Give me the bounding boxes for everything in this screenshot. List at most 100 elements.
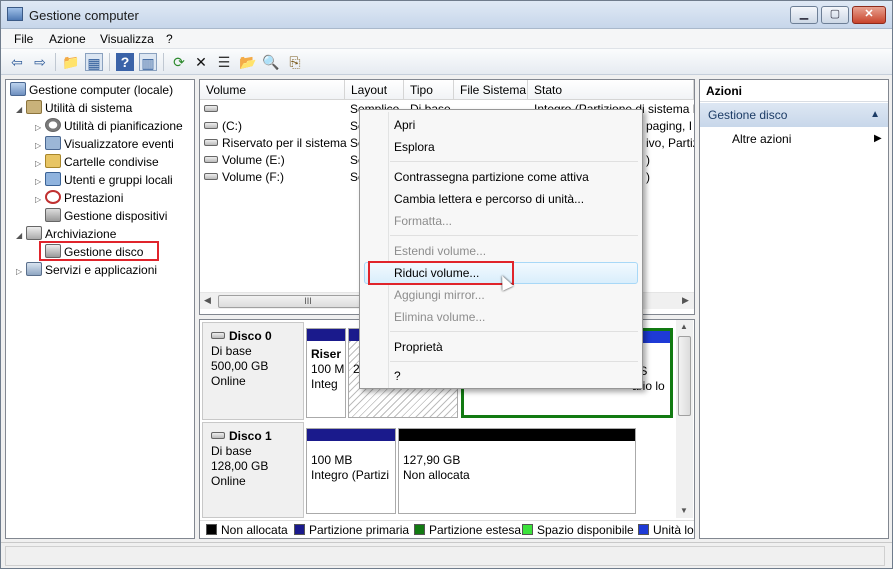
search-icon[interactable]: 🔍 (262, 53, 280, 71)
tree-item-device-manager[interactable]: Gestione dispositivi (45, 207, 167, 225)
help-icon[interactable]: ? (116, 53, 134, 71)
menu-azione[interactable]: Azione (49, 32, 86, 46)
column-header-stato[interactable]: Stato (528, 80, 694, 100)
menu-separator (390, 161, 638, 162)
actions-title: Azioni (700, 80, 888, 102)
tree-label: Utenti e gruppi locali (64, 173, 173, 187)
scrollbar-thumb[interactable] (678, 336, 691, 416)
collapsed-arrow-icon[interactable]: ▷ (16, 263, 26, 281)
menu-gutter (388, 112, 389, 388)
collapse-arrow-icon[interactable]: ▲ (870, 103, 880, 127)
menu-item-change-letter[interactable]: Cambia lettera e percorso di unità... (394, 188, 584, 210)
tree-item-services[interactable]: ▷ Servizi e applicazioni (16, 261, 157, 279)
drive-icon (204, 173, 218, 180)
expanded-arrow-icon[interactable]: ◢ (16, 101, 26, 119)
menu-item-properties[interactable]: Proprietà (394, 336, 443, 358)
menu-bar: File Azione Visualizza ? (1, 29, 892, 49)
toolbar-separator (109, 53, 110, 71)
back-arrow-icon[interactable]: ⇦ (8, 53, 26, 71)
partition-status: Integro (Partizi (311, 468, 390, 482)
toolbar-separator (163, 53, 164, 71)
partition-block[interactable]: 100 MB Integro (Partizi (306, 428, 396, 514)
menu-item-explore[interactable]: Esplora (394, 136, 435, 158)
legend-label: Unità lo (653, 523, 694, 537)
primary-partition-bar (307, 429, 395, 441)
tree-item-performance[interactable]: ▷ Prestazioni (35, 189, 123, 207)
menu-separator (390, 235, 638, 236)
menu-item-mark-active[interactable]: Contrassegna partizione come attiva (394, 166, 589, 188)
up-folder-icon[interactable]: 📁 (62, 53, 80, 71)
storage-icon (26, 226, 42, 240)
column-header-layout[interactable]: Layout (345, 80, 404, 100)
forward-arrow-icon[interactable]: ⇨ (31, 53, 49, 71)
cell-volume: Volume (E:) (222, 153, 285, 167)
legend-label: Partizione primaria (309, 523, 410, 537)
disk-icon (211, 432, 225, 439)
menu-item-help[interactable]: ? (394, 365, 401, 387)
legend-swatch (414, 524, 425, 535)
tree-label: Utilità di pianificazione (64, 119, 183, 133)
menu-item-open[interactable]: Apri (394, 114, 415, 136)
toolbar: ⇦ ⇨ 📁 ▦ ? ▥ ⟳ ✕ ☰ 📂 🔍 ⎘ (1, 49, 892, 75)
cell-stato: paging, I (646, 119, 693, 133)
window-title: Gestione computer (29, 8, 139, 23)
show-hide-tree-icon[interactable]: ▦ (85, 53, 103, 71)
volume-list-header: Volume Layout Tipo File Sistema Stato (200, 80, 694, 100)
scroll-left-arrow-icon[interactable]: ◀ (204, 295, 211, 306)
services-icon (26, 262, 42, 276)
column-header-tipo[interactable]: Tipo (404, 80, 454, 100)
scroll-up-arrow-icon[interactable]: ▲ (680, 322, 688, 331)
tree-item-task-scheduler[interactable]: ▷ Utilità di pianificazione (35, 117, 183, 135)
partition-size: 100 M (311, 362, 345, 376)
menu-visualizza[interactable]: Visualizza (100, 32, 154, 46)
tree-label: Prestazioni (64, 191, 124, 205)
tree-item-system-tools[interactable]: ◢ Utilità di sistema (16, 99, 132, 117)
disk-0-label[interactable]: Disco 0 Di base 500,00 GB Online (202, 322, 304, 420)
maximize-button[interactable]: ▢ (821, 6, 849, 24)
refresh-icon[interactable]: ⟳ (170, 53, 188, 71)
scroll-right-arrow-icon[interactable]: ▶ (682, 295, 689, 306)
partition-status: Non allocata (403, 468, 470, 482)
tree-item-event-viewer[interactable]: ▷ Visualizzatore eventi (35, 135, 174, 153)
open-icon[interactable]: 📂 (239, 53, 257, 71)
cell-volume: Riservato per il sistema (222, 136, 347, 150)
cell-stato: ) (646, 170, 650, 184)
menu-file[interactable]: File (14, 32, 33, 46)
expanded-arrow-icon[interactable]: ◢ (16, 227, 26, 245)
device-manager-icon (45, 208, 61, 222)
disk-name: Disco 0 (229, 329, 272, 343)
menu-item-format: Formatta... (394, 214, 453, 228)
tree-item-shared-folders[interactable]: ▷ Cartelle condivise (35, 153, 159, 171)
export-icon[interactable]: ⎘ (286, 53, 304, 71)
partition-size: 100 MB (311, 453, 353, 467)
drive-icon (204, 156, 218, 163)
properties-icon[interactable]: ☰ (215, 53, 233, 71)
primary-partition-bar (307, 329, 345, 341)
legend-swatch (522, 524, 533, 535)
actions-section-disk-management[interactable]: Gestione disco ▲ (700, 103, 888, 127)
disk-type: Di base (211, 444, 252, 458)
cell-volume: (C:) (222, 119, 242, 133)
partition-block[interactable]: Riser 100 M Integ (306, 328, 346, 418)
more-actions-item[interactable]: Altre azioni (732, 130, 791, 148)
column-header-file-system[interactable]: File Sistema (454, 80, 528, 100)
close-button[interactable]: ✕ (852, 6, 886, 24)
disk-size: 500,00 GB (211, 359, 269, 373)
minimize-button[interactable]: ▁ (790, 6, 818, 24)
shared-folder-icon (45, 154, 61, 168)
status-bar-panel (5, 546, 885, 566)
delete-icon[interactable]: ✕ (192, 53, 210, 71)
menu-separator (390, 361, 638, 362)
column-header-volume[interactable]: Volume (200, 80, 345, 100)
tree-item-local-users[interactable]: ▷ Utenti e gruppi locali (35, 171, 173, 189)
title-bar[interactable]: Gestione computer ▁ ▢ ✕ (1, 1, 892, 29)
scroll-down-arrow-icon[interactable]: ▼ (680, 506, 688, 515)
tree-item-root[interactable]: Gestione computer (locale) (10, 81, 173, 99)
action-pane-icon[interactable]: ▥ (139, 53, 157, 71)
vertical-scrollbar[interactable]: ▲ ▼ (676, 320, 693, 518)
collapsed-arrow-icon[interactable]: ▷ (35, 191, 45, 209)
disk-1-label[interactable]: Disco 1 Di base 128,00 GB Online (202, 422, 304, 518)
menu-help[interactable]: ? (166, 32, 173, 46)
unallocated-block[interactable]: 127,90 GB Non allocata (398, 428, 636, 514)
tree-label: Gestione dispositivi (64, 209, 168, 223)
